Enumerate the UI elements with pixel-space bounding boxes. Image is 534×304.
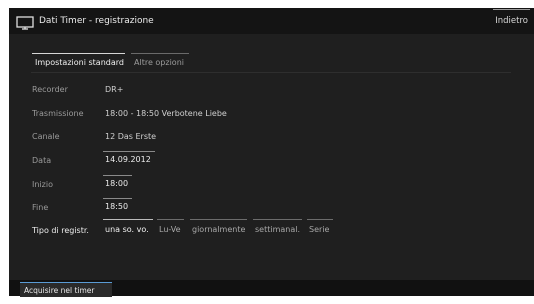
end-time-value: 18:50 bbox=[105, 202, 129, 211]
recording-type-mon-fri[interactable]: Lu-Ve bbox=[157, 219, 184, 236]
date-value: 14.09.2012 bbox=[105, 155, 151, 164]
tab-divider bbox=[31, 72, 511, 73]
tv-icon bbox=[16, 15, 34, 30]
recording-type-label: Tipo di registr. bbox=[32, 226, 89, 235]
channel-value: 12 Das Erste bbox=[105, 132, 157, 141]
tab-label: Impostazioni standard bbox=[35, 58, 124, 67]
channel-label: Canale bbox=[32, 132, 60, 141]
back-button-label: Indietro bbox=[495, 16, 528, 26]
back-button[interactable]: Indietro bbox=[493, 9, 530, 32]
acquire-timer-button[interactable]: Acquisire nel timer bbox=[20, 282, 112, 297]
broadcast-value: 18:00 - 18:50 Verbotene Liebe bbox=[105, 109, 227, 118]
end-label: Fine bbox=[32, 203, 49, 212]
recorder-label: Recorder bbox=[32, 85, 68, 94]
recording-type-weekly[interactable]: settimanal. bbox=[253, 219, 302, 236]
header-bar: Dati Timer - registrazione Indietro bbox=[9, 8, 534, 34]
start-time-value: 18:00 bbox=[105, 179, 129, 188]
date-label: Data bbox=[32, 156, 52, 165]
timer-data-screen: Dati Timer - registrazione Indietro Impo… bbox=[9, 8, 534, 296]
back-button-indicator bbox=[493, 9, 530, 10]
page-title: Dati Timer - registrazione bbox=[39, 16, 154, 26]
tab-label: Altre opzioni bbox=[134, 58, 184, 67]
start-time-field[interactable]: 18:00 bbox=[103, 175, 132, 192]
recording-type-daily[interactable]: giornalmente bbox=[190, 219, 247, 236]
recording-type-series[interactable]: Serie bbox=[307, 219, 333, 236]
end-time-field[interactable]: 18:50 bbox=[103, 198, 132, 215]
broadcast-label: Trasmissione bbox=[32, 109, 84, 118]
recording-type-once[interactable]: una so. vo. bbox=[103, 219, 153, 236]
acquire-timer-label: Acquisire nel timer bbox=[24, 286, 95, 295]
recorder-value: DR+ bbox=[105, 85, 124, 94]
date-field[interactable]: 14.09.2012 bbox=[103, 151, 155, 168]
tab-standard-settings[interactable]: Impostazioni standard bbox=[32, 53, 125, 71]
start-label: Inizio bbox=[32, 180, 53, 189]
tab-other-options[interactable]: Altre opzioni bbox=[131, 53, 189, 71]
